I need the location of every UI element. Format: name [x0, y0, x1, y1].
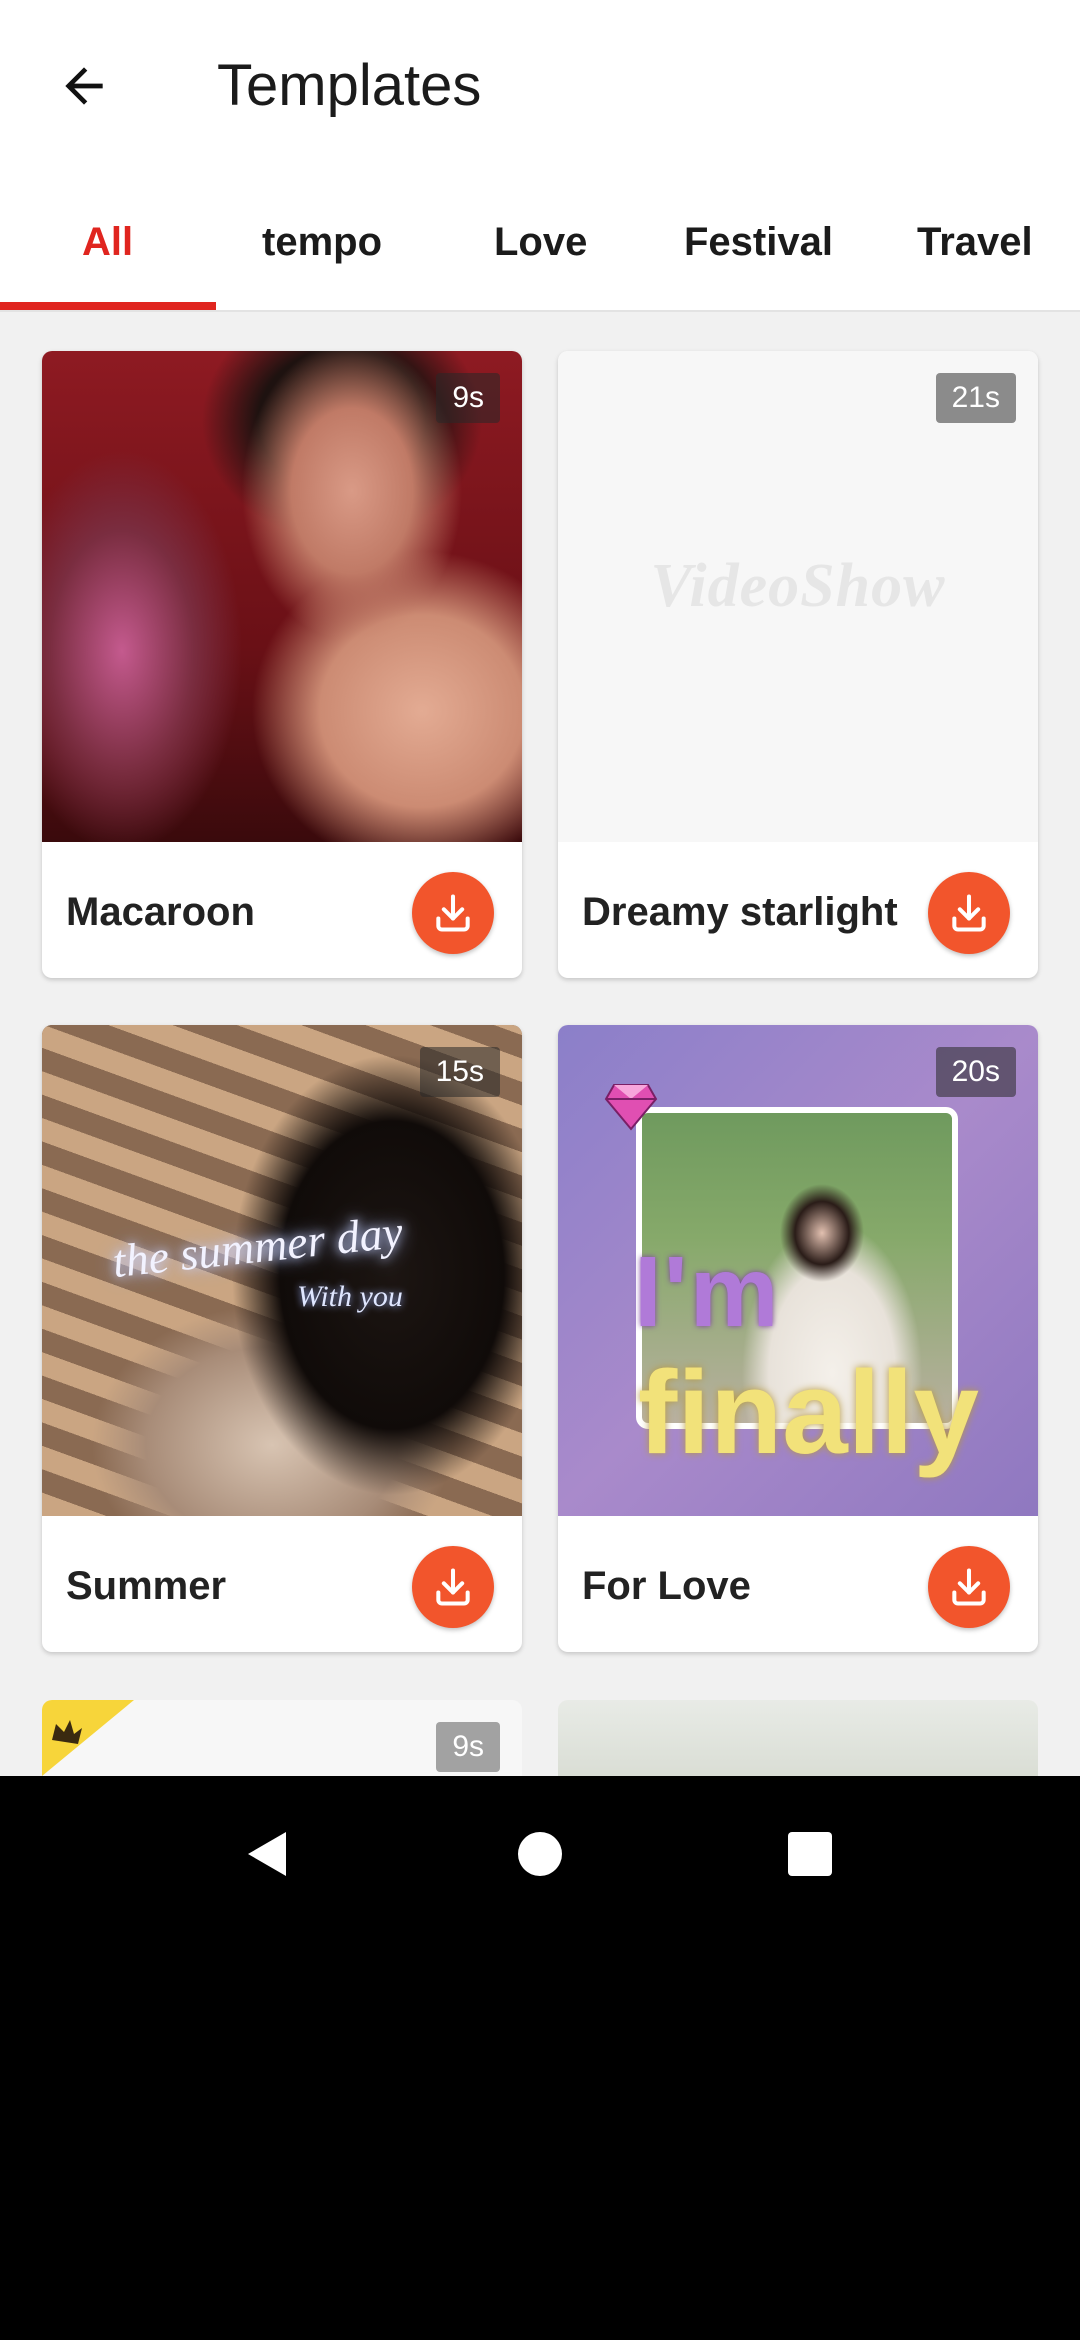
system-navigation-bar	[0, 1776, 1080, 1932]
crown-icon	[42, 1700, 134, 1776]
download-icon	[436, 894, 470, 932]
template-title: Macaroon	[66, 890, 255, 934]
templates-screen: Templates All tempo Love Festival Travel…	[0, 0, 1080, 1776]
duration-badge: 9s	[436, 373, 500, 423]
template-title: For Love	[582, 1564, 751, 1608]
duration-badge: 20s	[935, 1047, 1016, 1097]
download-button[interactable]	[412, 1546, 494, 1628]
tab-love[interactable]: Love	[494, 218, 587, 266]
thumbnail-overlay-subtext: finally	[638, 1347, 979, 1479]
system-back-button[interactable]	[226, 1812, 310, 1896]
download-button[interactable]	[412, 872, 494, 954]
download-button[interactable]	[928, 1546, 1010, 1628]
square-recents-icon	[788, 1832, 832, 1876]
tab-festival[interactable]: Festival	[684, 218, 833, 266]
template-thumbnail: the summer day With you	[42, 1025, 522, 1516]
template-card-for-love[interactable]: I'm finally 20s For Love	[558, 1025, 1038, 1652]
thumbnail-overlay-subtext: With you	[297, 1280, 403, 1313]
template-title: Dreamy starlight	[582, 890, 898, 934]
watermark-logo: VideoShow	[650, 552, 946, 620]
template-card-macaroon[interactable]: 9s Macaroon	[42, 351, 522, 978]
template-card-partial[interactable]	[558, 1700, 1038, 1776]
active-tab-indicator	[0, 302, 216, 310]
category-tabs: All tempo Love Festival Travel	[0, 170, 1080, 312]
top-app-bar: Templates	[0, 0, 1080, 170]
system-recents-button[interactable]	[768, 1812, 852, 1896]
diamond-icon	[604, 1084, 658, 1131]
tab-all[interactable]: All	[82, 218, 133, 266]
download-icon	[952, 894, 986, 932]
download-icon	[952, 1568, 986, 1606]
arrow-left-icon	[65, 67, 103, 105]
circle-home-icon	[518, 1832, 562, 1876]
tab-travel[interactable]: Travel	[917, 218, 1033, 266]
template-card-dreamy-starlight[interactable]: VideoShow 21s Dreamy starlight	[558, 351, 1038, 978]
thumbnail-overlay-text: I'm	[634, 1236, 781, 1348]
thumbnail-overlay-text: the summer day	[110, 1205, 406, 1288]
template-thumbnail	[42, 351, 522, 842]
system-home-button[interactable]	[498, 1812, 582, 1896]
template-card-partial[interactable]: 9s	[42, 1700, 522, 1776]
duration-badge: 21s	[935, 373, 1016, 423]
duration-badge: 15s	[419, 1047, 500, 1097]
page-title: Templates	[217, 53, 482, 118]
tab-tempo[interactable]: tempo	[262, 218, 382, 266]
download-button[interactable]	[928, 872, 1010, 954]
template-thumbnail: I'm finally	[558, 1025, 1038, 1516]
back-button[interactable]	[44, 46, 124, 126]
template-thumbnail: VideoShow	[558, 351, 1038, 842]
duration-badge: 9s	[436, 1722, 500, 1772]
triangle-back-icon	[248, 1832, 286, 1876]
template-title: Summer	[66, 1564, 227, 1608]
template-card-summer[interactable]: the summer day With you 15s Summer	[42, 1025, 522, 1652]
download-icon	[436, 1568, 470, 1606]
